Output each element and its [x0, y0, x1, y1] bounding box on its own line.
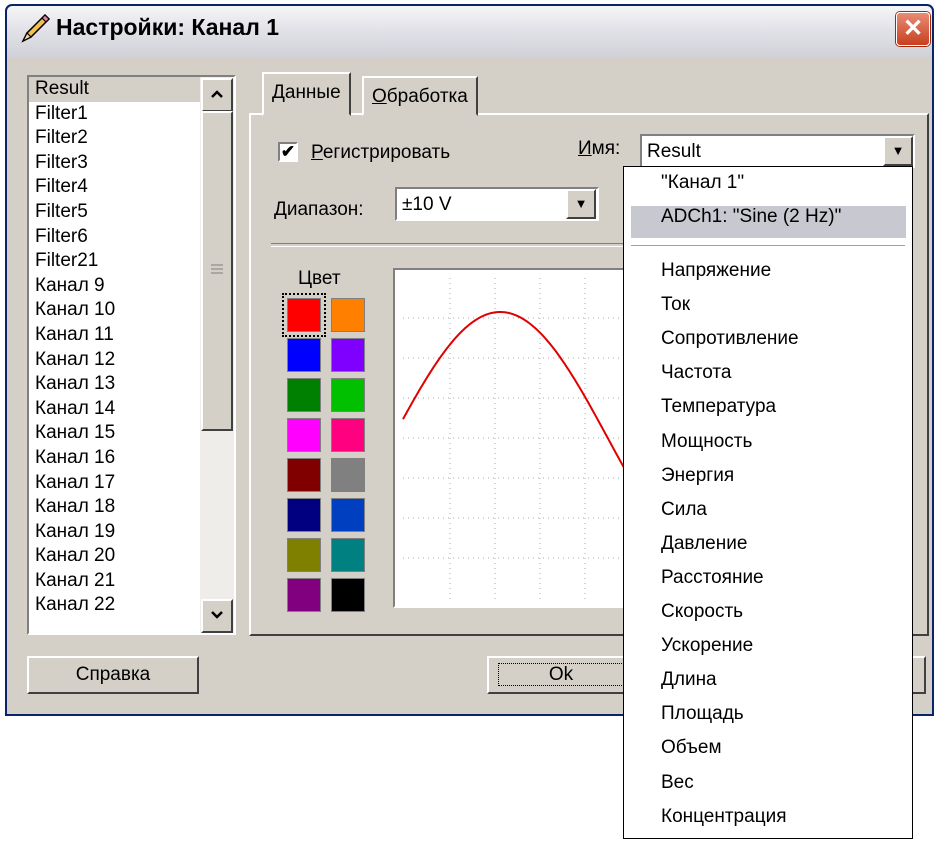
- chevron-down-icon: ▼: [574, 196, 588, 211]
- color-swatch[interactable]: [331, 298, 365, 332]
- register-checkbox[interactable]: ✔: [278, 142, 298, 162]
- dropdown-unit-item[interactable]: Скорость: [661, 601, 743, 623]
- name-dropdown-button[interactable]: ▼: [883, 136, 913, 166]
- tab-processing[interactable]: Обработка: [362, 76, 478, 116]
- name-value: Result: [647, 141, 701, 162]
- dropdown-unit-item[interactable]: Расстояние: [661, 567, 764, 589]
- chevron-down-icon: [211, 611, 223, 619]
- tab-processing-accel: О: [372, 86, 387, 107]
- register-accel: Р: [311, 142, 323, 163]
- chevron-up-icon: [211, 90, 223, 98]
- color-swatch[interactable]: [287, 578, 321, 612]
- register-label[interactable]: Регистрировать: [311, 142, 450, 164]
- name-label: Имя:: [578, 138, 620, 160]
- color-swatch[interactable]: [331, 418, 365, 452]
- color-swatch[interactable]: [331, 578, 365, 612]
- dropdown-unit-item[interactable]: Вес: [661, 772, 694, 794]
- signal-curve: [402, 311, 632, 481]
- ok-label: Ok: [497, 663, 625, 686]
- range-accel: Д: [274, 199, 287, 220]
- color-swatch[interactable]: [287, 498, 321, 532]
- scroll-down-button[interactable]: [201, 599, 233, 633]
- checkmark-icon: ✔: [280, 142, 296, 161]
- dropdown-item[interactable]: "Канал 1": [661, 172, 744, 194]
- color-palette: [282, 293, 372, 623]
- range-value: ±10 V: [402, 194, 452, 215]
- dropdown-unit-item[interactable]: Мощность: [661, 431, 752, 453]
- dropdown-unit-item[interactable]: Давление: [661, 533, 747, 555]
- color-swatch[interactable]: [331, 538, 365, 572]
- dropdown-unit-item[interactable]: Температура: [661, 396, 776, 418]
- register-text: егистрировать: [322, 142, 451, 163]
- color-swatch[interactable]: [287, 538, 321, 572]
- dropdown-unit-item[interactable]: Энергия: [661, 465, 734, 487]
- range-dropdown-button[interactable]: ▼: [566, 189, 596, 219]
- help-button[interactable]: Справка: [27, 656, 199, 694]
- dropdown-unit-item[interactable]: Частота: [661, 362, 731, 384]
- window-title: Настройки: Канал 1: [56, 14, 279, 40]
- dropdown-separator: [631, 245, 905, 246]
- color-swatch[interactable]: [331, 498, 365, 532]
- color-swatch[interactable]: [287, 338, 321, 372]
- scroll-up-button[interactable]: [201, 78, 233, 112]
- color-swatch[interactable]: [287, 418, 321, 452]
- range-label: Диапазон:: [274, 199, 364, 221]
- dropdown-unit-item[interactable]: Сопротивление: [661, 328, 799, 350]
- ok-button[interactable]: Ok: [487, 656, 635, 694]
- dropdown-unit-item[interactable]: Сила: [661, 499, 707, 521]
- chevron-down-icon: ▼: [891, 143, 905, 158]
- dropdown-unit-item[interactable]: Площадь: [661, 703, 744, 725]
- close-button[interactable]: ✕: [896, 12, 930, 46]
- range-text: иапазон:: [286, 199, 364, 220]
- name-text: мя:: [591, 138, 621, 159]
- tab-data[interactable]: Данные: [262, 72, 351, 116]
- dropdown-unit-item[interactable]: Объем: [661, 737, 722, 759]
- color-swatch[interactable]: [331, 458, 365, 492]
- dropdown-unit-item[interactable]: Ток: [661, 294, 690, 316]
- color-swatch[interactable]: [287, 378, 321, 412]
- dropdown-unit-item[interactable]: Концентрация: [661, 806, 786, 828]
- color-swatch[interactable]: [331, 338, 365, 372]
- color-swatch[interactable]: [331, 378, 365, 412]
- grip-icon: [211, 264, 223, 274]
- tab-data-accel: Д: [272, 82, 285, 103]
- name-combobox[interactable]: Result ▼: [640, 134, 915, 168]
- dropdown-unit-item[interactable]: Напряжение: [661, 260, 771, 282]
- name-accel: И: [578, 138, 592, 159]
- tab-data-label: анные: [284, 82, 341, 103]
- range-combobox[interactable]: ±10 V ▼: [395, 187, 599, 221]
- dropdown-item[interactable]: ADCh1: "Sine (2 Hz)": [661, 206, 841, 228]
- pencil-icon: [21, 13, 51, 43]
- dropdown-items: "Канал 1" ADCh1: "Sine (2 Hz)" Напряжение Т…: [623, 166, 913, 839]
- color-swatch[interactable]: [287, 458, 321, 492]
- color-label: Цвет: [298, 268, 341, 289]
- dropdown-unit-item[interactable]: Длина: [661, 669, 717, 691]
- tab-processing-label: бработка: [386, 86, 468, 107]
- color-swatch[interactable]: [282, 293, 326, 337]
- scroll-thumb[interactable]: [201, 111, 233, 431]
- close-icon: ✕: [902, 15, 924, 42]
- dropdown-unit-item[interactable]: Ускорение: [661, 635, 753, 657]
